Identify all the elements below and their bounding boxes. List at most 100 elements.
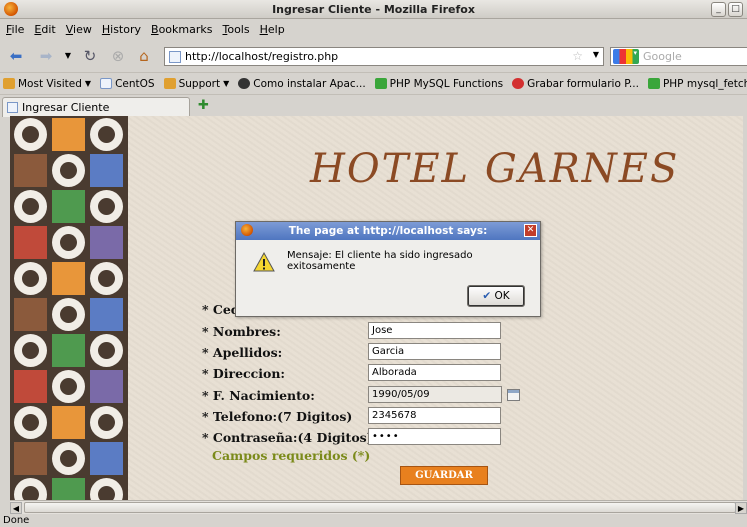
ring-tile bbox=[90, 118, 123, 151]
new-tab-icon[interactable]: ✚ bbox=[198, 98, 209, 113]
menu-tools[interactable]: Tools bbox=[222, 23, 249, 36]
folder-icon bbox=[163, 78, 176, 89]
tab-favicon-icon bbox=[7, 102, 18, 113]
forward-arrow-icon[interactable]: ➡ bbox=[36, 46, 56, 66]
decorative-tile-border bbox=[10, 116, 128, 500]
label-cedula: * Ced bbox=[202, 302, 240, 317]
google-engine-icon[interactable]: ▾ bbox=[613, 49, 639, 64]
globe-icon bbox=[238, 78, 251, 89]
red-mark-icon bbox=[512, 78, 525, 89]
bookmark-centos[interactable]: CentOS bbox=[100, 78, 155, 90]
home-icon[interactable]: ⌂ bbox=[134, 46, 154, 66]
bookmark-support[interactable]: Support ▼ bbox=[163, 78, 229, 90]
horizontal-scrollbar[interactable]: ◀ ▶ bbox=[10, 500, 747, 514]
color-tile bbox=[90, 442, 123, 475]
label-fecha-nacimiento: * F. Nacimiento: bbox=[202, 388, 315, 403]
menu-history[interactable]: History bbox=[102, 23, 141, 36]
dialog-message: Mensaje: El cliente ha sido ingresado ex… bbox=[287, 250, 473, 272]
ring-tile bbox=[14, 478, 47, 500]
color-tile bbox=[90, 154, 123, 187]
color-tile bbox=[14, 154, 47, 187]
ring-tile bbox=[90, 478, 123, 500]
tab-strip: Ingresar Cliente ✚ bbox=[0, 94, 747, 117]
ring-tile bbox=[14, 190, 47, 223]
ok-label: OK bbox=[494, 290, 510, 302]
direccion-input[interactable]: Alborada bbox=[368, 364, 501, 381]
ring-tile bbox=[90, 262, 123, 295]
reload-icon[interactable]: ↻ bbox=[80, 46, 100, 66]
url-dropdown-icon[interactable]: ▼ bbox=[593, 50, 599, 59]
search-input[interactable]: ▾ Google bbox=[610, 47, 747, 66]
minimize-button[interactable]: _ bbox=[711, 2, 726, 17]
ring-tile bbox=[52, 226, 85, 259]
label-apellidos: * Apellidos: bbox=[202, 345, 283, 360]
ring-tile bbox=[14, 262, 47, 295]
menu-file[interactable]: File bbox=[6, 23, 24, 36]
fecha-nacimiento-input[interactable]: 1990/05/09 bbox=[368, 386, 502, 403]
close-icon[interactable]: ✕ bbox=[524, 224, 537, 237]
telefono-input[interactable]: 2345678 bbox=[368, 407, 501, 424]
page-title: HOTEL GARNES bbox=[310, 146, 680, 192]
green-page-icon bbox=[374, 78, 387, 89]
color-tile bbox=[14, 370, 47, 403]
color-tile bbox=[90, 226, 123, 259]
scroll-right-icon[interactable]: ▶ bbox=[735, 502, 747, 514]
save-button[interactable]: GUARDAR bbox=[400, 466, 488, 485]
nombres-input[interactable]: Jose bbox=[368, 322, 501, 339]
menu-help[interactable]: Help bbox=[260, 23, 285, 36]
menu-view[interactable]: View bbox=[66, 23, 92, 36]
color-tile bbox=[14, 298, 47, 331]
dialog-title-bar: The page at http://localhost says: ✕ bbox=[236, 222, 540, 240]
back-arrow-icon[interactable]: ⬅ bbox=[6, 46, 26, 66]
bookmark-php-mysql-functions[interactable]: PHP MySQL Functions bbox=[374, 78, 503, 90]
bookmark-most-visited[interactable]: Most Visited ▼ bbox=[3, 78, 91, 90]
bookmark-php-mysql-fetch[interactable]: PHP mysql_fetch_ar... bbox=[647, 78, 747, 90]
color-tile bbox=[90, 370, 123, 403]
alert-dialog: The page at http://localhost says: ✕ Men… bbox=[235, 221, 541, 317]
menu-edit[interactable]: Edit bbox=[34, 23, 55, 36]
stop-icon[interactable]: ⊗ bbox=[108, 46, 128, 66]
color-tile bbox=[52, 334, 85, 367]
page-icon bbox=[100, 78, 113, 89]
window-title-bar: Ingresar Cliente - Mozilla Firefox _ □ bbox=[0, 0, 747, 19]
folder-icon bbox=[3, 78, 15, 89]
calendar-icon[interactable] bbox=[507, 389, 520, 401]
ring-tile bbox=[52, 154, 85, 187]
required-fields-note: Campos requeridos (*) bbox=[212, 448, 371, 463]
ring-tile bbox=[14, 406, 47, 439]
menu-bookmarks[interactable]: Bookmarks bbox=[151, 23, 212, 36]
color-tile bbox=[52, 118, 85, 151]
apellidos-input[interactable]: Garcia bbox=[368, 343, 501, 360]
window-title: Ingresar Cliente - Mozilla Firefox bbox=[272, 3, 475, 16]
ring-tile bbox=[14, 118, 47, 151]
status-bar: Done bbox=[3, 515, 30, 526]
menu-bar: File Edit View History Bookmarks Tools H… bbox=[0, 19, 747, 40]
color-tile bbox=[52, 190, 85, 223]
color-tile bbox=[52, 262, 85, 295]
scrollbar-thumb[interactable] bbox=[24, 502, 736, 513]
contrasena-input[interactable]: •••• bbox=[368, 428, 501, 445]
history-dropdown-icon[interactable]: ▼ bbox=[58, 46, 78, 66]
ring-tile bbox=[52, 442, 85, 475]
ring-tile bbox=[52, 370, 85, 403]
bookmark-star-icon[interactable]: ☆ bbox=[572, 49, 583, 63]
url-bar[interactable]: http://localhost/registro.php ☆ ▼ bbox=[164, 47, 604, 66]
page-favicon-icon bbox=[169, 50, 181, 63]
green-page-icon bbox=[647, 78, 660, 89]
navigation-toolbar: ⬅ ➡ ▼ ↻ ⊗ ⌂ http://localhost/registro.ph… bbox=[0, 40, 747, 72]
scroll-left-icon[interactable]: ◀ bbox=[10, 502, 22, 514]
color-tile bbox=[14, 226, 47, 259]
bookmarks-toolbar: Most Visited ▼ CentOS Support ▼ Como insta… bbox=[0, 72, 747, 94]
ring-tile bbox=[52, 298, 85, 331]
color-tile bbox=[52, 406, 85, 439]
color-tile bbox=[90, 298, 123, 331]
ring-tile bbox=[14, 334, 47, 367]
bookmark-grabar-formulario[interactable]: Grabar formulario P... bbox=[512, 78, 639, 90]
label-direccion: * Direccion: bbox=[202, 366, 286, 381]
maximize-button[interactable]: □ bbox=[728, 2, 743, 17]
color-tile bbox=[52, 478, 85, 500]
ok-button[interactable]: ✔ OK bbox=[467, 285, 525, 307]
label-contrasena: * Contraseña:(4 Digitos) bbox=[202, 430, 373, 445]
tab-ingresar-cliente[interactable]: Ingresar Cliente bbox=[2, 97, 190, 117]
bookmark-como-instalar[interactable]: Como instalar Apac... bbox=[238, 78, 366, 90]
